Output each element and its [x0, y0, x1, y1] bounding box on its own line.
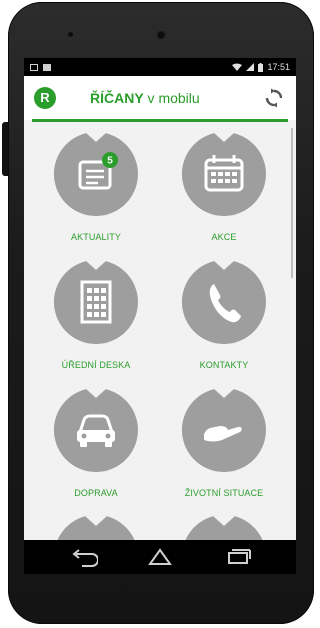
notification-icon	[43, 63, 51, 71]
signal-icon	[246, 63, 255, 71]
app-title-bold: ŘÍČANY	[90, 90, 144, 106]
front-sensor	[68, 32, 73, 37]
menu-item-label: ŽIVOTNÍ SITUACE	[184, 488, 264, 498]
refresh-icon[interactable]	[264, 88, 284, 108]
menu-item-label: ÚŘEDNÍ DESKA	[61, 360, 131, 370]
back-icon[interactable]	[70, 546, 98, 568]
battery-icon	[258, 62, 264, 72]
app-title: ŘÍČANY v mobilu	[90, 90, 200, 106]
screen: 17:51 R ŘÍČANY v mobilu 5 AKTUALITY AKCE…	[24, 58, 296, 540]
home-icon[interactable]	[146, 546, 174, 568]
menu-item-label: AKCE	[211, 232, 237, 242]
menu-item-partial[interactable]	[52, 514, 140, 540]
tile-circle	[181, 260, 266, 344]
front-camera	[156, 30, 166, 40]
tile-circle	[181, 388, 266, 472]
volume-button	[2, 122, 8, 176]
tile-circle	[53, 260, 138, 344]
tile-circle	[181, 132, 266, 216]
menu-item-label: KONTAKTY	[199, 360, 249, 370]
status-time: 17:51	[267, 62, 290, 72]
tile-circle: 5	[53, 132, 138, 216]
app-bar: R ŘÍČANY v mobilu	[24, 76, 296, 120]
notification-icon	[30, 63, 38, 71]
menu-item-doprava[interactable]: DOPRAVA	[36, 386, 156, 510]
tile-circle	[53, 388, 138, 472]
app-title-rest: v mobilu	[143, 90, 200, 106]
menu-item-label: DOPRAVA	[74, 488, 118, 498]
app-logo[interactable]: R	[34, 87, 56, 109]
menu-grid: 5 AKTUALITY AKCE ÚŘEDNÍ DESKA KONTAKTY D…	[24, 124, 296, 540]
menu-item-partial[interactable]	[180, 514, 268, 540]
menu-item-zivotni-situace[interactable]: ŽIVOTNÍ SITUACE	[164, 386, 284, 510]
menu-item-akce[interactable]: AKCE	[164, 130, 284, 254]
menu-item-label: AKTUALITY	[71, 232, 121, 242]
menu-item-uredni-deska[interactable]: ÚŘEDNÍ DESKA	[36, 258, 156, 382]
navigation-bar	[24, 540, 296, 574]
header-divider	[32, 119, 288, 122]
recents-icon[interactable]	[224, 546, 252, 568]
menu-item-aktuality[interactable]: 5 AKTUALITY	[36, 130, 156, 254]
news-badge: 5	[107, 156, 113, 167]
menu-item-kontakty[interactable]: KONTAKTY	[164, 258, 284, 382]
wifi-icon	[232, 63, 243, 71]
status-bar: 17:51	[24, 58, 296, 76]
